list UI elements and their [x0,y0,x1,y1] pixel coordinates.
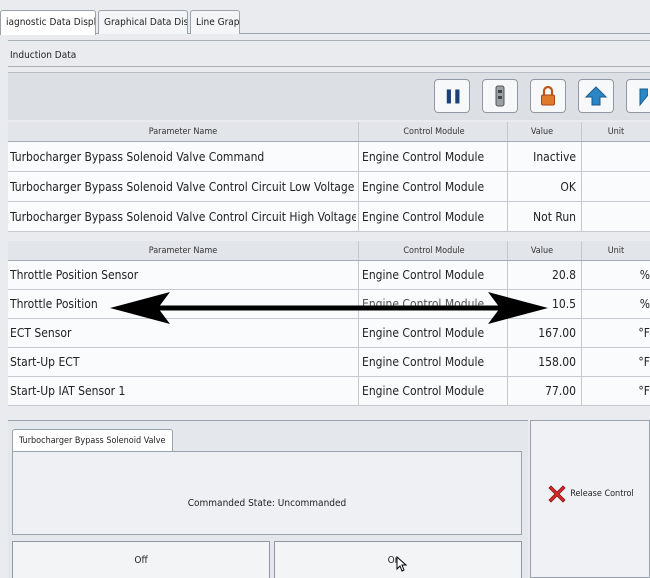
table-row[interactable]: Start-Up ECT Engine Control Module 158.0… [8,348,650,377]
header-unit[interactable]: Unit [582,122,650,141]
up-arrow-icon [584,86,608,106]
unit [582,142,650,171]
header-control-module[interactable]: Control Module [360,241,506,260]
control-module: Engine Control Module [362,268,485,282]
control-module: Engine Control Module [362,179,485,194]
table-row[interactable]: Turbocharger Bypass Solenoid Valve Contr… [8,172,650,202]
snapshot-button[interactable] [482,79,518,113]
double-arrow-annotation [110,292,548,324]
output-control-panel: Turbocharger Bypass Solenoid Valve Comma… [8,420,528,578]
header-control-module[interactable]: Control Module [360,122,506,141]
unit: °F [638,384,650,398]
commanded-state-text: Commanded State: Uncommanded [187,498,347,509]
unit: % [639,268,650,282]
section-title: Induction Data [10,50,77,61]
value: Not Run [533,209,576,224]
release-control-label: Release Control [570,489,634,499]
tab-line-graph[interactable]: Line Graph [190,10,240,34]
parameter-name: Start-Up ECT [10,355,80,369]
header-unit[interactable]: Unit [582,241,650,260]
on-button[interactable]: On [274,541,522,578]
tab-diagnostic-data-display[interactable]: iagnostic Data Display [0,10,96,35]
header-parameter-name[interactable]: Parameter Name [10,241,356,260]
off-button[interactable]: Off [12,541,270,578]
value: Inactive [533,149,576,164]
snapshot-icon [495,85,505,107]
parameter-name: Turbocharger Bypass Solenoid Valve Contr… [10,209,356,224]
value: 77.00 [545,384,576,398]
divider [8,66,650,67]
tab-turbocharger-bypass-solenoid-valve[interactable]: Turbocharger Bypass Solenoid Valve [12,429,173,451]
lock-button[interactable] [530,79,566,113]
value: 20.8 [551,268,576,282]
unit: % [639,297,650,311]
table-row[interactable]: Turbocharger Bypass Solenoid Valve Comma… [8,142,650,172]
table-row[interactable]: Turbocharger Bypass Solenoid Valve Contr… [8,202,650,232]
parameter-name: Throttle Position Sensor [10,268,139,282]
header-parameter-name[interactable]: Parameter Name [10,122,356,141]
table-header: Parameter Name Control Module Value Unit [8,122,650,142]
control-module: Engine Control Module [362,355,485,369]
command-state-panel: Commanded State: Uncommanded [12,451,522,535]
header-value[interactable]: Value [508,241,580,260]
tab-graphical-data-display[interactable]: Graphical Data Display [98,10,188,34]
control-module: Engine Control Module [362,209,485,224]
unit [582,172,650,201]
divider [8,40,650,41]
unit: °F [638,355,650,369]
parameter-name: Start-Up IAT Sensor 1 [10,384,126,398]
control-module: Engine Control Module [362,149,485,164]
control-module: Engine Control Module [362,384,485,398]
unit [582,202,650,231]
close-x-icon [548,485,566,503]
value: 158.00 [538,355,576,369]
tab-strip: iagnostic Data Display Graphical Data Di… [0,8,650,35]
down-arrow-icon [639,88,648,107]
off-label: Off [134,554,148,566]
header-value[interactable]: Value [508,122,580,141]
release-control-button[interactable]: Release Control [530,420,650,578]
table-header: Parameter Name Control Module Value Unit [8,241,650,261]
table-row[interactable]: Start-Up IAT Sensor 1 Engine Control Mod… [8,377,650,406]
table-row[interactable]: Throttle Position Sensor Engine Control … [8,261,650,290]
scroll-up-button[interactable] [578,79,614,113]
pause-icon: ❚❚ [443,88,462,104]
toolbar: ❚❚ [8,72,650,120]
unit: °F [638,326,650,340]
parameter-name: Turbocharger Bypass Solenoid Valve Comma… [10,149,265,164]
pause-button[interactable]: ❚❚ [434,79,470,113]
value: OK [560,179,576,194]
mouse-pointer-icon [396,556,408,572]
parameter-name: Turbocharger Bypass Solenoid Valve Contr… [10,179,356,194]
scroll-down-button[interactable] [626,79,650,113]
lock-icon [541,85,555,106]
